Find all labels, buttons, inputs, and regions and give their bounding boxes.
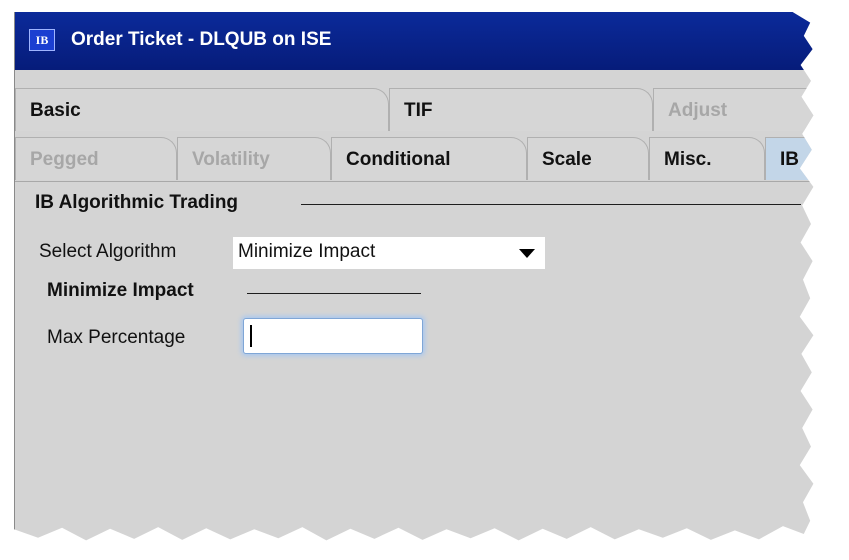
params-rule <box>247 293 421 294</box>
text-cursor <box>250 325 252 347</box>
tab-ib-algo[interactable]: IB <box>765 137 814 180</box>
ib-app-icon: IB <box>29 29 55 51</box>
section-rule <box>301 204 801 205</box>
algorithm-dropdown[interactable]: Minimize Impact <box>233 237 545 269</box>
max-percentage-label: Max Percentage <box>47 327 186 348</box>
tab-volatility[interactable]: Volatility <box>177 137 331 180</box>
tab-scale[interactable]: Scale <box>527 137 649 180</box>
tab-pegged[interactable]: Pegged <box>15 137 177 180</box>
dropdown-arrow-icon[interactable] <box>519 249 535 258</box>
window-title: Order Ticket - DLQUB on ISE <box>71 29 332 50</box>
algo-section-title: IB Algorithmic Trading <box>35 192 239 213</box>
tab-misc[interactable]: Misc. <box>649 137 765 180</box>
tab-basic[interactable]: Basic <box>15 88 389 131</box>
title-bar[interactable]: IB Order Ticket - DLQUB on ISE <box>15 12 814 70</box>
tab-content-separator <box>15 181 814 182</box>
algorithm-dropdown-value: Minimize Impact <box>238 241 376 262</box>
tab-row-upper: Basic TIF Adjust <box>15 88 814 131</box>
tab-tif[interactable]: TIF <box>389 88 653 131</box>
algo-params-title: Minimize Impact <box>47 280 194 301</box>
tab-adjust[interactable]: Adjust <box>653 88 814 131</box>
max-percentage-input[interactable] <box>243 318 423 354</box>
order-ticket-window: IB Order Ticket - DLQUB on ISE Basic TIF… <box>14 12 814 541</box>
tab-conditional[interactable]: Conditional <box>331 137 527 180</box>
select-algorithm-label: Select Algorithm <box>39 241 177 262</box>
tab-row-lower: Pegged Volatility Conditional Scale Misc… <box>15 137 814 180</box>
